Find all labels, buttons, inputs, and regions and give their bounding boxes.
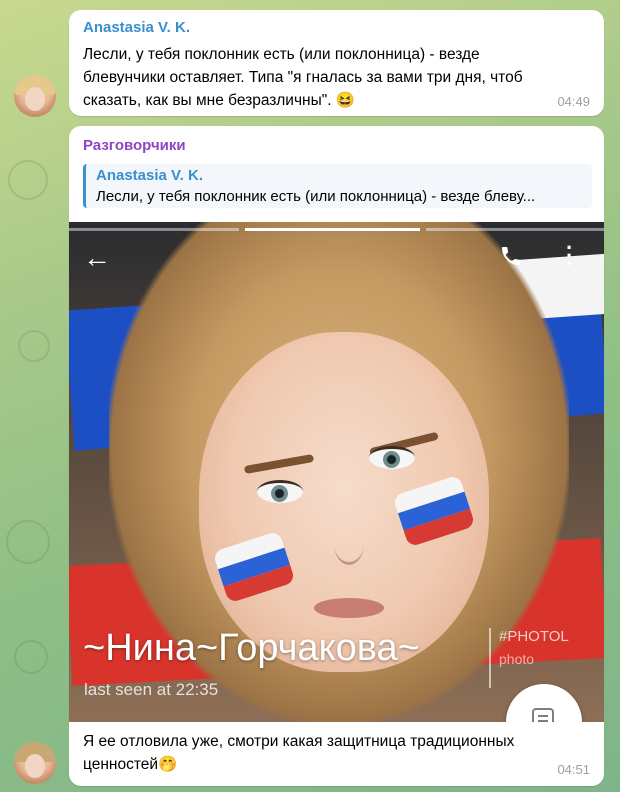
- watermark-line: #PHOTOL: [499, 628, 569, 645]
- portrait-nose: [334, 522, 364, 565]
- more-vertical-icon[interactable]: · · ·: [566, 237, 573, 275]
- sender-name[interactable]: Разговорчики: [83, 137, 186, 154]
- portrait-lips: [314, 598, 384, 618]
- message-time: 04:51: [557, 762, 590, 777]
- background-doodle: [8, 160, 48, 200]
- message-time: 04:49: [557, 94, 590, 109]
- avatar-anastasia[interactable]: [14, 75, 56, 117]
- profile-name: ~Нина~Горчакова~: [83, 627, 420, 669]
- message-icon: [532, 708, 554, 722]
- watermark-line: photo: [499, 651, 535, 667]
- background-doodle: [6, 520, 50, 564]
- phone-icon[interactable]: [499, 244, 523, 268]
- story-progress-segment: [426, 228, 604, 231]
- story-progress-segment: [245, 228, 420, 231]
- message-text-line: Я ее отловила уже, смотри какая защитниц…: [83, 733, 515, 750]
- message-text-line: Лесли, у тебя поклонник есть (или поклон…: [83, 46, 480, 63]
- background-doodle: [18, 330, 50, 362]
- portrait-eye: [369, 446, 415, 469]
- message-text: Лесли, у тебя поклонник есть (или поклон…: [83, 43, 593, 112]
- message-bubble[interactable]: Разговорчики Anastasia V. K. Лесли, у те…: [69, 126, 604, 786]
- arrow-left-icon[interactable]: ←: [83, 242, 111, 274]
- reply-quote[interactable]: Anastasia V. K. Лесли, у тебя поклонник …: [83, 164, 592, 208]
- sender-name[interactable]: Anastasia V. K.: [83, 19, 190, 36]
- story-progress-segment: [69, 228, 239, 231]
- background-doodle: [14, 640, 48, 674]
- reply-text: Лесли, у тебя поклонник есть (или поклон…: [96, 188, 536, 205]
- message-text-line: блевунчики оставляет. Типа "я гналась за…: [83, 69, 523, 86]
- reply-sender: Anastasia V. K.: [96, 167, 203, 184]
- message-text: Я ее отловила уже, смотри какая защитниц…: [83, 730, 593, 776]
- message-text-line: ценностей🤭: [83, 756, 178, 773]
- last-seen-status: last seen at 22:35: [84, 680, 219, 699]
- portrait-eye: [257, 480, 303, 503]
- avatar-razgovorchiki[interactable]: [14, 742, 56, 784]
- photo-attachment[interactable]: ← · · · ~Нина~Горчакова~ last seen at 22:3…: [69, 222, 604, 722]
- watermark: #PHOTOL photo: [489, 628, 604, 688]
- message-text-line: сказать, как вы мне безразличны". 😆: [83, 92, 356, 109]
- message-bubble[interactable]: Anastasia V. K. Лесли, у тебя поклонник …: [69, 10, 604, 116]
